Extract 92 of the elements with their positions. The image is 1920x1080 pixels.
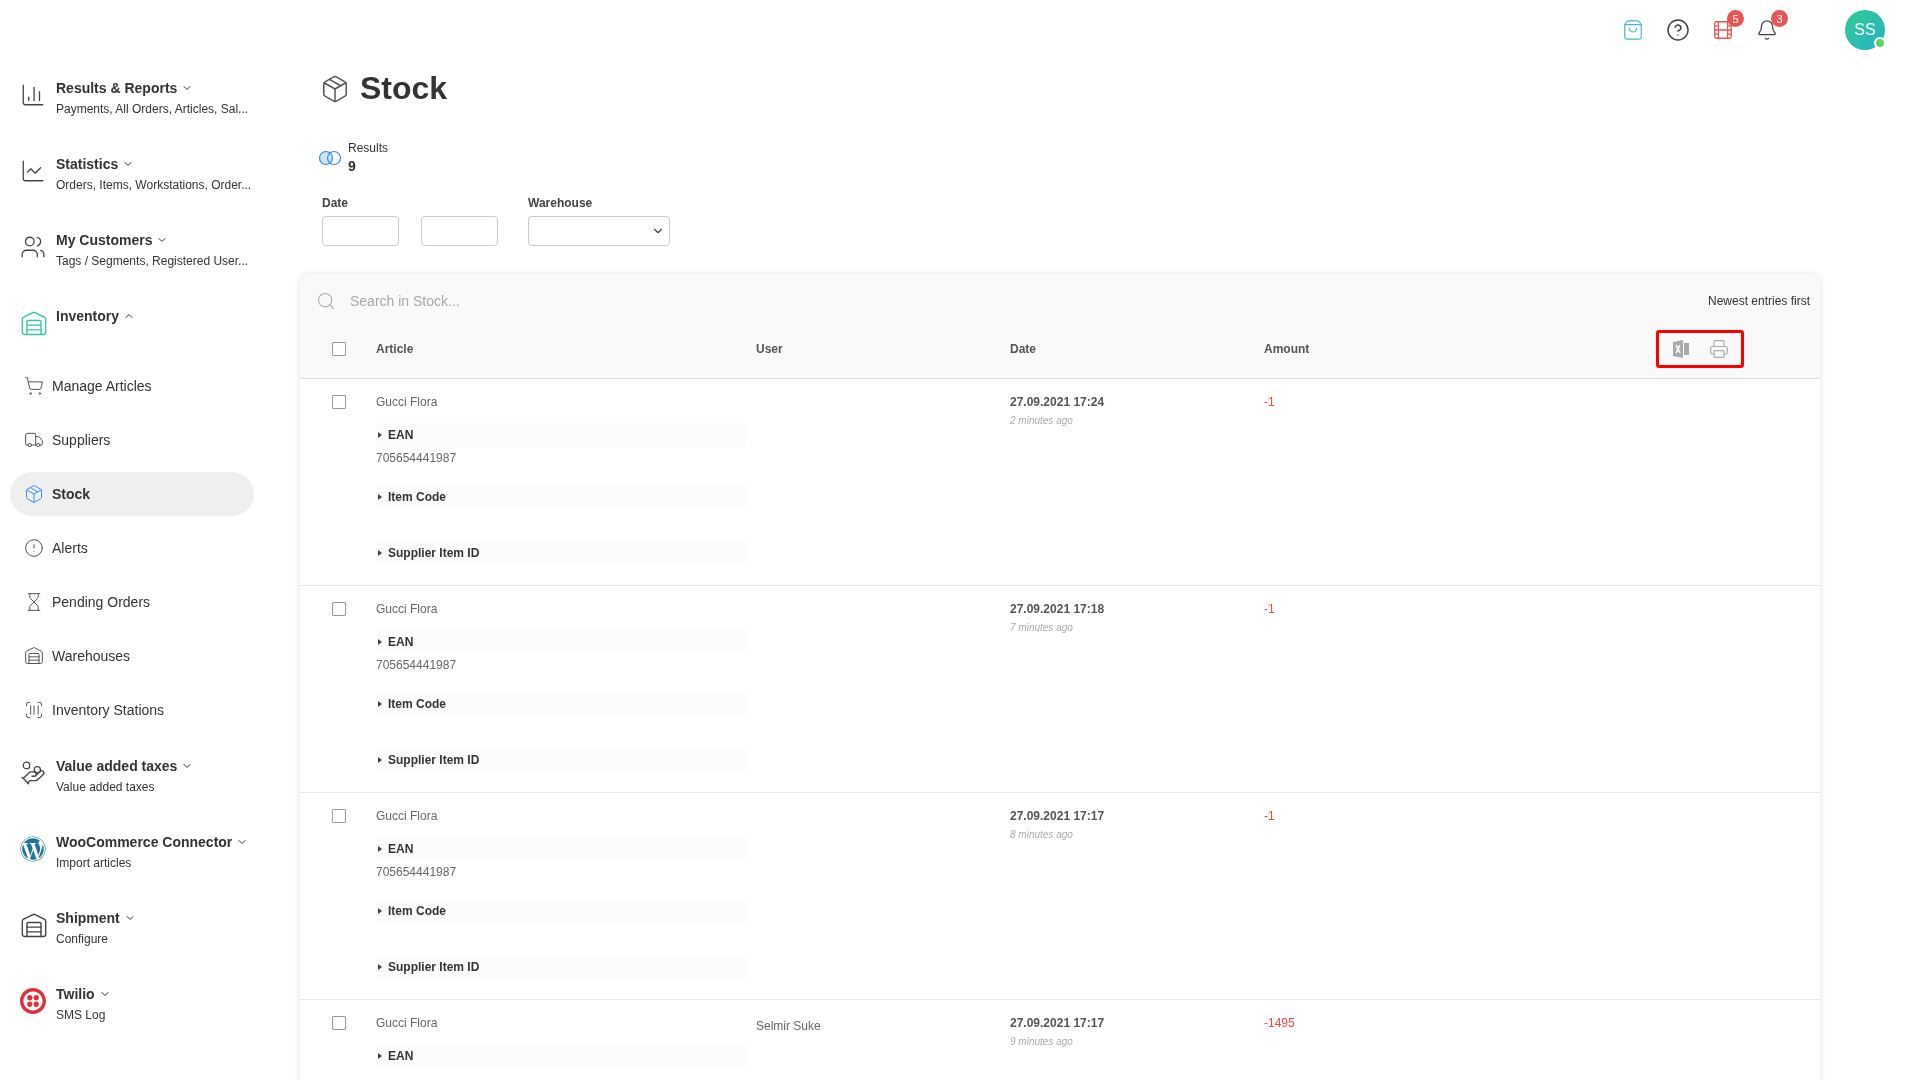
box-icon bbox=[320, 73, 350, 104]
relative-time: 2 minutes ago bbox=[1010, 415, 1074, 426]
caret-icon bbox=[376, 549, 384, 557]
count-badge: 3 bbox=[1771, 10, 1788, 27]
sidebar-group[interactable]: WooCommerce Connector bbox=[56, 834, 249, 850]
box-icon bbox=[24, 484, 44, 504]
sidebar-group[interactable]: Value added taxes bbox=[56, 758, 194, 774]
warehouse-label: Warehouse bbox=[528, 196, 594, 210]
amount-value: -1 bbox=[1264, 395, 1276, 409]
sidebar-group[interactable]: My Customers bbox=[56, 232, 169, 248]
group-subtitle: Import articles bbox=[56, 856, 133, 870]
warehouse-icon bbox=[20, 912, 48, 940]
entry-date: 27.09.2021 17:18 bbox=[1010, 602, 1106, 616]
caret-icon bbox=[376, 963, 384, 971]
notification-icon[interactable] bbox=[1756, 19, 1778, 41]
article-name: Gucci Flora bbox=[376, 1016, 439, 1030]
wordpress-logo-icon bbox=[20, 836, 48, 864]
column-header: User bbox=[756, 342, 784, 356]
sidebar-item[interactable]: Pending Orders bbox=[10, 580, 254, 624]
relative-time: 8 minutes ago bbox=[1010, 829, 1074, 840]
sidebar-item[interactable]: Stock bbox=[10, 472, 254, 516]
checkbox[interactable] bbox=[332, 1016, 346, 1030]
checkbox[interactable] bbox=[332, 395, 346, 409]
results-count: 9 bbox=[348, 158, 357, 174]
column-header: Date bbox=[1010, 342, 1037, 356]
film-icon[interactable] bbox=[1712, 19, 1734, 41]
sort-selector[interactable]: Newest entries first bbox=[1707, 294, 1810, 308]
caret-icon bbox=[376, 638, 384, 646]
article-name: Gucci Flora bbox=[376, 395, 439, 409]
sidebar-group[interactable]: Results & Reports bbox=[56, 80, 194, 96]
entry-date: 27.09.2021 17:17 bbox=[1010, 809, 1106, 823]
article-name: Gucci Flora bbox=[376, 602, 439, 616]
search-icon bbox=[316, 291, 336, 311]
sidebar-item[interactable]: Inventory Stations bbox=[10, 688, 254, 732]
warehouse-select[interactable] bbox=[528, 216, 670, 246]
warehouse-icon bbox=[20, 310, 48, 338]
shopping-bag-icon[interactable] bbox=[1622, 19, 1644, 41]
date-label: Date bbox=[322, 196, 349, 210]
caret-icon bbox=[376, 756, 384, 764]
caret-icon bbox=[376, 845, 384, 853]
page-title: Stock bbox=[360, 70, 448, 107]
checkbox[interactable] bbox=[332, 342, 346, 356]
column-header: Amount bbox=[1264, 342, 1311, 356]
group-subtitle: Orders, Items, Workstations, Order... bbox=[56, 178, 252, 192]
warehouse-icon bbox=[24, 646, 44, 666]
checkbox[interactable] bbox=[332, 602, 346, 616]
scanner-icon bbox=[24, 700, 44, 720]
sidebar-item[interactable]: Suppliers bbox=[10, 418, 254, 462]
sidebar-group[interactable]: Statistics bbox=[56, 156, 135, 172]
alert-icon bbox=[24, 538, 44, 558]
cart-icon bbox=[24, 376, 44, 396]
checkbox[interactable] bbox=[332, 809, 346, 823]
overlapping-circles-icon bbox=[318, 149, 342, 166]
field-value: 705654441987 bbox=[376, 451, 458, 465]
sidebar-item[interactable]: Manage Articles bbox=[10, 364, 254, 408]
caret-icon bbox=[376, 431, 384, 439]
caret-icon bbox=[376, 493, 384, 501]
amount-value: -1495 bbox=[1264, 1016, 1296, 1030]
caret-icon bbox=[376, 1052, 384, 1060]
date-to-field[interactable] bbox=[421, 216, 498, 246]
field-value: 705654441987 bbox=[376, 865, 458, 879]
relative-time: 7 minutes ago bbox=[1010, 622, 1074, 633]
amount-value: -1 bbox=[1264, 809, 1276, 823]
group-subtitle: SMS Log bbox=[56, 1008, 107, 1022]
sidebar-group[interactable]: Twilio bbox=[56, 986, 111, 1002]
article-name: Gucci Flora bbox=[376, 809, 439, 823]
date-from-field[interactable] bbox=[322, 216, 399, 246]
excel-export-icon[interactable] bbox=[1671, 339, 1691, 359]
group-subtitle: Configure bbox=[56, 932, 110, 946]
sidebar-group[interactable]: Shipment bbox=[56, 910, 136, 926]
caret-icon bbox=[376, 907, 384, 915]
relative-time: 9 minutes ago bbox=[1010, 1036, 1074, 1047]
sidebar-item[interactable]: Alerts bbox=[10, 526, 254, 570]
group-subtitle: Tags / Segments, Registered User... bbox=[56, 254, 249, 268]
truck-icon bbox=[24, 430, 44, 450]
group-subtitle: Value added taxes bbox=[56, 780, 156, 794]
column-header: Article bbox=[376, 342, 415, 356]
group-subtitle: Payments, All Orders, Articles, Sal... bbox=[56, 102, 249, 116]
sidebar-group[interactable]: Inventory bbox=[56, 308, 135, 324]
print-icon[interactable] bbox=[1709, 339, 1729, 359]
entry-date: 27.09.2021 17:24 bbox=[1010, 395, 1106, 409]
field-value: 705654441987 bbox=[376, 658, 458, 672]
count-badge: 5 bbox=[1727, 10, 1744, 27]
entry-date: 27.09.2021 17:17 bbox=[1010, 1016, 1106, 1030]
amount-value: -1 bbox=[1264, 602, 1276, 616]
user-name: Selmir Suke bbox=[756, 1019, 821, 1033]
search-field[interactable]: Search in Stock... bbox=[348, 292, 1696, 310]
results-label: Results bbox=[348, 141, 388, 155]
sidebar-item[interactable]: Warehouses bbox=[10, 634, 254, 678]
help-icon[interactable] bbox=[1666, 18, 1690, 42]
caret-icon bbox=[376, 700, 384, 708]
twilio-logo-icon bbox=[20, 988, 48, 1016]
